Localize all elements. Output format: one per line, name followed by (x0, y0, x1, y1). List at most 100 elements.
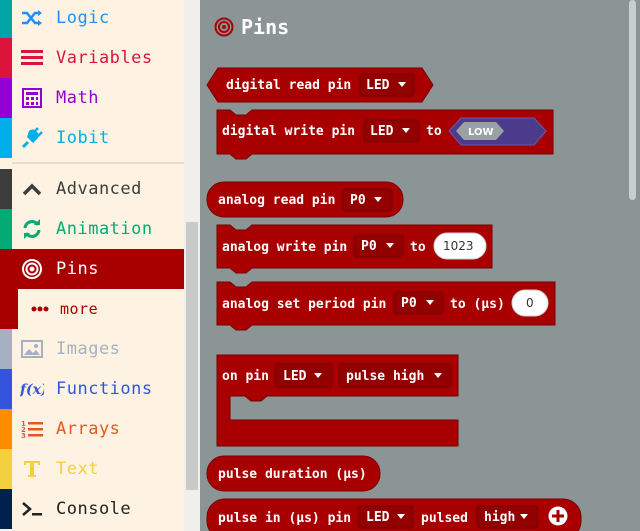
category-functions[interactable]: f(x) Functions (0, 369, 184, 409)
block-pulse-in-pin[interactable]: pulse in (µs) pin LED pulsed high (206, 498, 582, 531)
flyout-canvas: Pins digital read pin LED digital write … (206, 15, 582, 531)
category-color-stripe (0, 209, 12, 249)
svg-text:high: high (484, 510, 515, 525)
blocks-flyout: Pins digital read pin LED digital write … (200, 0, 640, 531)
svg-text:1023: 1023 (443, 239, 474, 253)
category-label: Advanced (56, 179, 142, 199)
category-label: Functions (56, 379, 153, 399)
pin-dropdown[interactable]: P0 (393, 291, 444, 315)
category-label: Iobit (56, 128, 110, 148)
to-label: to (410, 240, 426, 255)
value-input[interactable]: 1023 (433, 232, 487, 260)
category-advanced[interactable]: Advanced (0, 169, 184, 209)
dots-icon (28, 298, 52, 320)
svg-text:LED: LED (366, 510, 390, 525)
category-label: Animation (56, 219, 153, 239)
category-label: Arrays (56, 419, 121, 439)
svg-text:0: 0 (526, 296, 534, 310)
block-label: analog set period pin (222, 297, 386, 312)
category-text[interactable]: Text (0, 449, 184, 489)
flyout-heading: Pins (214, 15, 289, 39)
block-digital-write-pin[interactable]: digital write pin LED to LOW (216, 109, 554, 160)
target-icon (20, 258, 44, 280)
numbered-list-icon: 123 (20, 418, 44, 440)
block-label: pulse duration (µs) (218, 467, 367, 482)
pin-dropdown[interactable]: LED (363, 119, 420, 143)
category-label: Math (56, 88, 99, 108)
category-color-stripe (0, 169, 12, 209)
svg-text:LED: LED (370, 124, 394, 139)
block-label: digital read pin (226, 78, 351, 93)
block-analog-set-period-pin[interactable]: analog set period pin P0 to (µs) 0 (216, 281, 556, 331)
pulsed-label: pulsed (421, 511, 468, 526)
category-logic[interactable]: Logic (0, 0, 184, 38)
category-color-stripe (0, 489, 12, 529)
pin-dropdown[interactable]: P0 (353, 234, 404, 258)
category-label: Images (56, 339, 121, 359)
pin-dropdown[interactable]: LED (274, 363, 333, 388)
target-icon (214, 17, 234, 37)
terminal-icon (20, 498, 44, 520)
block-analog-write-pin[interactable]: analog write pin P0 to 1023 (216, 224, 493, 274)
block-digital-read-pin[interactable]: digital read pin LED (206, 67, 434, 103)
svg-text:P0: P0 (350, 193, 366, 208)
category-color-stripe (0, 38, 12, 78)
block-label: pulse in (µs) pin (218, 511, 351, 526)
category-iobit[interactable]: Iobit (0, 118, 184, 158)
text-t-icon (20, 458, 44, 480)
plug-icon (20, 127, 44, 149)
calculator-icon (20, 87, 44, 109)
shuffle-icon (20, 7, 44, 29)
flyout-title: Pins (241, 15, 289, 39)
image-icon (20, 338, 44, 360)
flyout-scrollbar-thumb[interactable] (629, 0, 636, 200)
category-color-stripe (0, 329, 12, 369)
svg-text:pulse high: pulse high (346, 369, 424, 384)
svg-text:3: 3 (21, 432, 26, 439)
block-label: analog write pin (222, 240, 347, 255)
svg-text:P0: P0 (401, 296, 417, 311)
category-color-stripe (0, 449, 12, 489)
category-images[interactable]: Images (0, 329, 184, 369)
category-label: more (60, 300, 99, 318)
block-on-pin-pulse[interactable]: on pin LED pulse high (216, 354, 459, 447)
value-dropdown[interactable]: high (476, 505, 539, 529)
category-variables[interactable]: Variables (0, 38, 184, 78)
block-analog-read-pin[interactable]: analog read pin P0 (206, 181, 404, 218)
category-animation[interactable]: Animation (0, 209, 184, 249)
category-color-stripe (0, 289, 18, 329)
toolbox-scrollbar-thumb[interactable] (186, 222, 198, 490)
pin-dropdown[interactable]: LED (359, 73, 415, 97)
to-label: to (426, 124, 442, 139)
category-color-stripe (0, 78, 12, 118)
pulse-dropdown[interactable]: pulse high (338, 363, 452, 388)
block-label: analog read pin (218, 193, 335, 208)
pin-dropdown[interactable]: LED (357, 505, 414, 529)
category-color-stripe (0, 0, 12, 38)
category-color-stripe (0, 409, 12, 449)
svg-text:P0: P0 (361, 239, 377, 254)
category-math[interactable]: Math (0, 78, 184, 118)
to-us-label: to (µs) (450, 297, 505, 312)
fx-icon: f(x) (20, 378, 44, 400)
add-plus-icon[interactable] (548, 506, 568, 526)
category-label: Variables (56, 48, 153, 68)
pin-dropdown[interactable]: P0 (341, 188, 393, 212)
subcategory-more[interactable]: more (0, 289, 184, 329)
category-console[interactable]: Console (0, 489, 184, 529)
category-label: Logic (56, 8, 110, 28)
block-pulse-duration[interactable]: pulse duration (µs) (206, 455, 381, 492)
category-color-stripe (0, 369, 12, 409)
category-color-stripe (0, 118, 12, 158)
toolbox-divider (12, 162, 184, 164)
category-label: Pins (56, 259, 99, 279)
category-pins-selected[interactable]: Pins (0, 249, 184, 289)
value-input[interactable]: 0 (511, 289, 549, 317)
category-arrays[interactable]: 123 Arrays (0, 409, 184, 449)
svg-text:LED: LED (283, 369, 307, 384)
low-value-block[interactable]: LOW (448, 117, 547, 146)
block-label: on pin (222, 369, 269, 384)
list-lines-icon (20, 47, 44, 69)
category-label: Text (56, 459, 99, 479)
svg-text:LED: LED (366, 78, 390, 93)
